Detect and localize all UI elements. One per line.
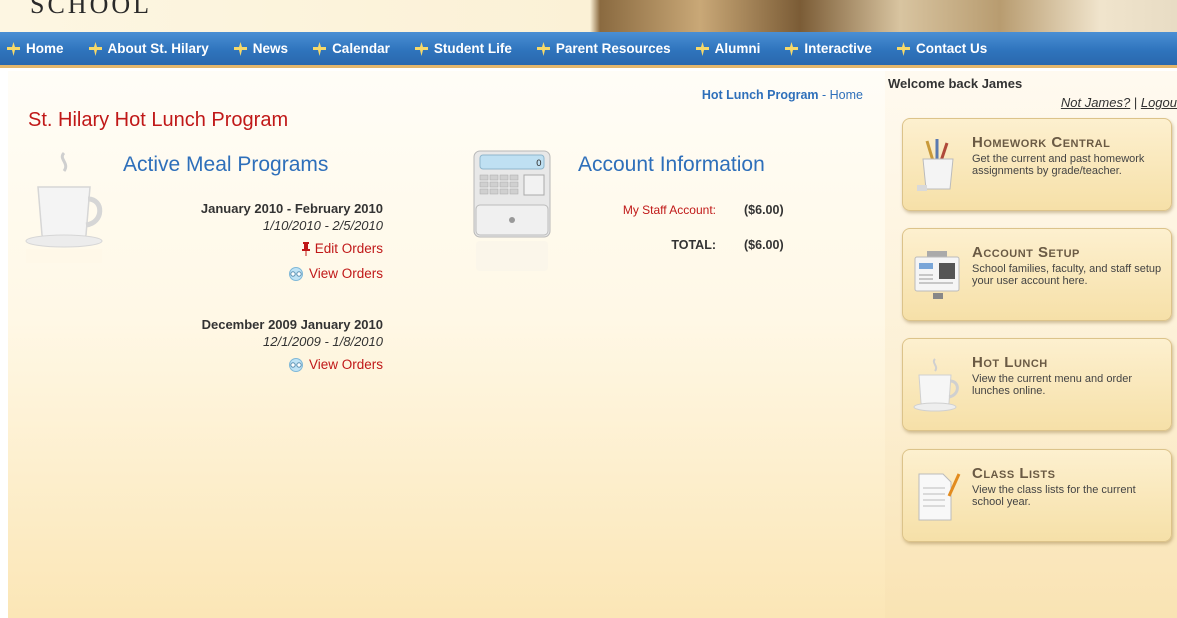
breadcrumb-separator: - [818,88,830,102]
notepad-icon [913,468,963,526]
view-orders-label: View Orders [308,357,383,372]
nav-item-label: Home [26,41,64,56]
nav-item-label: Student Life [433,41,512,56]
user-links: Not James? | Logou [1061,95,1177,110]
glasses-icon [287,357,305,372]
meal-program-dates: 12/1/2009 - 1/8/2010 [263,334,383,349]
card-desc: View the class lists for the current sch… [972,484,1136,508]
account-total-row: TOTAL: ($6.00) [596,238,806,252]
sidebar: Welcome back James Not James? | Logou Ho… [885,71,1177,618]
nav-item-label: Alumni [714,41,761,56]
view-orders-label: View Orders [308,266,383,281]
main-content: Hot Lunch Program - Home St. Hilary Hot … [8,71,885,618]
nav-item-about[interactable]: About St. Hilary [88,41,209,56]
meal-program-name: January 2010 - February 2010 [200,201,383,216]
nav-item-label: Interactive [804,41,872,56]
logout-link[interactable]: Logou [1141,95,1177,110]
breadcrumb: Hot Lunch Program - Home [702,88,863,102]
page-title: St. Hilary Hot Lunch Program [28,109,289,131]
fleur-de-lis-icon [88,41,103,56]
meal-program-dates: 1/10/2010 - 2/5/2010 [263,218,383,233]
pushpin-icon [301,241,311,256]
welcome-message: Welcome back James [888,76,1023,91]
card-title: Class Lists [972,465,1056,482]
breadcrumb-link[interactable]: Hot Lunch Program [702,88,819,102]
total-value: ($6.00) [744,238,784,252]
fleur-de-lis-icon [312,41,327,56]
site-header: SCHOOL [0,0,1177,32]
link-separator: | [1130,95,1141,110]
nav-item-label: Parent Resources [555,41,671,56]
nav-item-label: About St. Hilary [107,41,209,56]
total-label: TOTAL: [671,238,716,252]
edit-orders-label: Edit Orders [314,241,383,256]
glasses-icon [287,266,305,281]
coffee-cup-icon [913,357,963,415]
account-setup-card[interactable]: Account Setup School families, faculty, … [902,228,1172,321]
coffee-cup-icon [24,149,104,269]
fleur-de-lis-icon [233,41,248,56]
account-label: My Staff Account: [622,203,716,217]
fleur-de-lis-icon [896,41,911,56]
nav-item-interactive[interactable]: Interactive [784,41,872,56]
breadcrumb-current: Home [829,88,863,102]
meal-programs-title: Active Meal Programs [123,153,329,176]
card-desc: School families, faculty, and staff setu… [972,263,1162,287]
view-orders-link[interactable]: View Orders [123,266,383,281]
nav-item-news[interactable]: News [233,41,288,56]
nav-item-contact-us[interactable]: Contact Us [896,41,987,56]
not-user-link[interactable]: Not James? [1061,95,1130,110]
nav-item-home[interactable]: Home [6,41,64,56]
account-value: ($6.00) [744,203,784,217]
card-desc: Get the current and past homework assign… [972,153,1145,177]
nav-item-student-life[interactable]: Student Life [414,41,512,56]
fleur-de-lis-icon [536,41,551,56]
cash-register-icon: 0 [470,149,554,275]
fleur-de-lis-icon [6,41,21,56]
card-title: Homework Central [972,134,1111,151]
card-title: Account Setup [972,244,1080,261]
homework-central-card[interactable]: Homework Central Get the current and pas… [902,118,1172,211]
edit-orders-link[interactable]: Edit Orders [123,241,383,256]
nav-item-calendar[interactable]: Calendar [312,41,390,56]
nav-item-label: Contact Us [915,41,988,56]
card-title: Hot Lunch [972,354,1048,371]
id-card-icon [913,247,963,305]
meal-program-item: January 2010 - February 2010 1/10/2010 -… [123,201,383,281]
nav-item-alumni[interactable]: Alumni [695,41,761,56]
svg-text:0: 0 [536,159,542,169]
pencil-cup-icon [913,137,963,195]
main-nav: Home About St. Hilary News Calendar Stud… [0,32,1177,68]
account-info-title: Account Information [578,153,765,176]
meal-program-name: December 2009 January 2010 [201,317,383,332]
view-orders-link[interactable]: View Orders [123,357,383,372]
fleur-de-lis-icon [414,41,429,56]
nav-item-label: Calendar [332,41,390,56]
hot-lunch-card[interactable]: Hot Lunch View the current menu and orde… [902,338,1172,431]
fleur-de-lis-icon [695,41,710,56]
fleur-de-lis-icon [784,41,799,56]
school-logo-text: SCHOOL [30,0,153,19]
nav-item-label: News [252,41,289,56]
meal-program-item: December 2009 January 2010 12/1/2009 - 1… [123,317,383,372]
nav-item-parent-resources[interactable]: Parent Resources [536,41,671,56]
account-row: My Staff Account: ($6.00) [596,203,806,217]
card-desc: View the current menu and order lunches … [972,373,1132,397]
class-lists-card[interactable]: Class Lists View the class lists for the… [902,449,1172,542]
